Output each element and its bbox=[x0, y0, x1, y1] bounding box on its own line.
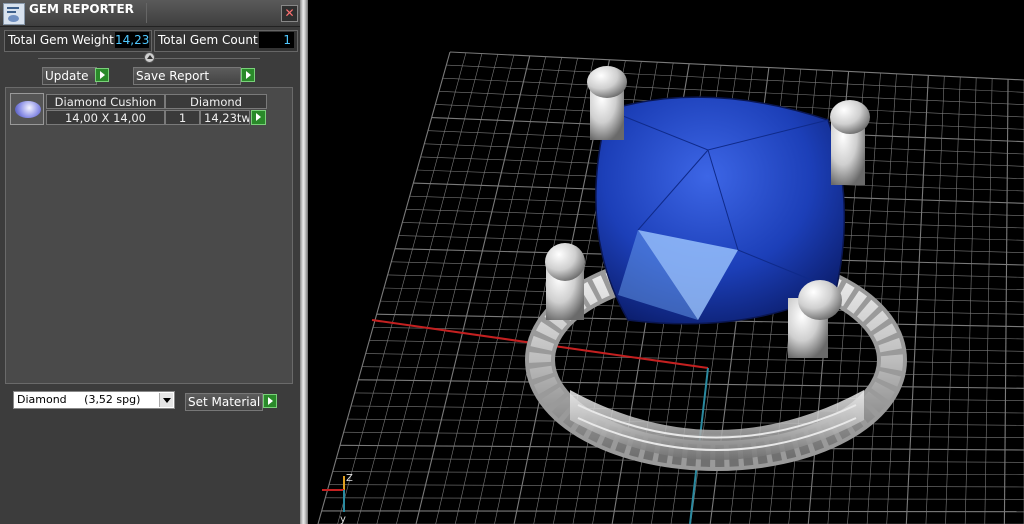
set-material-arrow-right-icon[interactable] bbox=[263, 394, 277, 408]
gem-shape-cell[interactable]: Diamond Cushion bbox=[46, 94, 165, 109]
gem-row-arrow-right-icon[interactable] bbox=[251, 110, 266, 125]
grid-line bbox=[321, 510, 1024, 513]
grid-line bbox=[365, 353, 1024, 364]
gizmo-y-label: y bbox=[340, 514, 346, 524]
viewport-canvas: Z y bbox=[317, 51, 1024, 524]
window-title: GEM REPORTER bbox=[29, 2, 134, 16]
gem-reporter-icon bbox=[3, 3, 25, 25]
panel-divider[interactable] bbox=[300, 0, 308, 524]
grid-line bbox=[446, 64, 1024, 93]
axis-gizmo: Z y bbox=[322, 473, 353, 524]
3d-viewport[interactable]: Z y bbox=[308, 0, 1024, 524]
gem-size-cell[interactable]: 14,00 X 14,00 bbox=[46, 110, 165, 125]
update-button[interactable]: Update bbox=[42, 67, 97, 85]
grid-line bbox=[354, 392, 1024, 401]
grid-line bbox=[361, 366, 1024, 377]
material-select[interactable]: Diamond (3,52 spg) bbox=[13, 391, 175, 409]
gem-count-cell[interactable]: 1 bbox=[165, 110, 200, 125]
update-arrow-right-icon[interactable] bbox=[95, 68, 109, 82]
gem-material-cell[interactable]: Diamond bbox=[165, 94, 267, 109]
save-report-arrow-right-icon[interactable] bbox=[241, 68, 255, 82]
gem-reporter-panel: GEM REPORTER ✕ Total Gem Weight 14,23 To… bbox=[0, 0, 300, 524]
grid-line bbox=[350, 405, 1024, 414]
grid-line bbox=[347, 418, 1024, 426]
save-report-button[interactable]: Save Report bbox=[133, 67, 241, 85]
set-material-button[interactable]: Set Material bbox=[185, 393, 263, 411]
collapse-up-icon[interactable] bbox=[144, 52, 155, 63]
gizmo-z-label: Z bbox=[346, 473, 353, 484]
total-gem-weight-label: Total Gem Weight bbox=[8, 33, 114, 47]
grid-line bbox=[358, 379, 1024, 389]
grid-line bbox=[369, 340, 1024, 352]
total-gem-count-label: Total Gem Count bbox=[158, 33, 258, 47]
close-icon[interactable]: ✕ bbox=[281, 5, 298, 22]
total-gem-weight-value: 14,23 bbox=[115, 32, 150, 48]
material-select-value: Diamond (3,52 spg) bbox=[17, 393, 141, 406]
title-bar: GEM REPORTER ✕ bbox=[0, 0, 300, 27]
chevron-down-icon[interactable] bbox=[159, 393, 173, 407]
gem-weight-cell[interactable]: 14,23tw bbox=[200, 110, 250, 125]
grid-line bbox=[449, 51, 1024, 81]
total-gem-count-value: 1 bbox=[259, 32, 294, 48]
gem-list bbox=[5, 87, 293, 384]
diamond-cushion-thumbnail-icon bbox=[10, 93, 44, 125]
